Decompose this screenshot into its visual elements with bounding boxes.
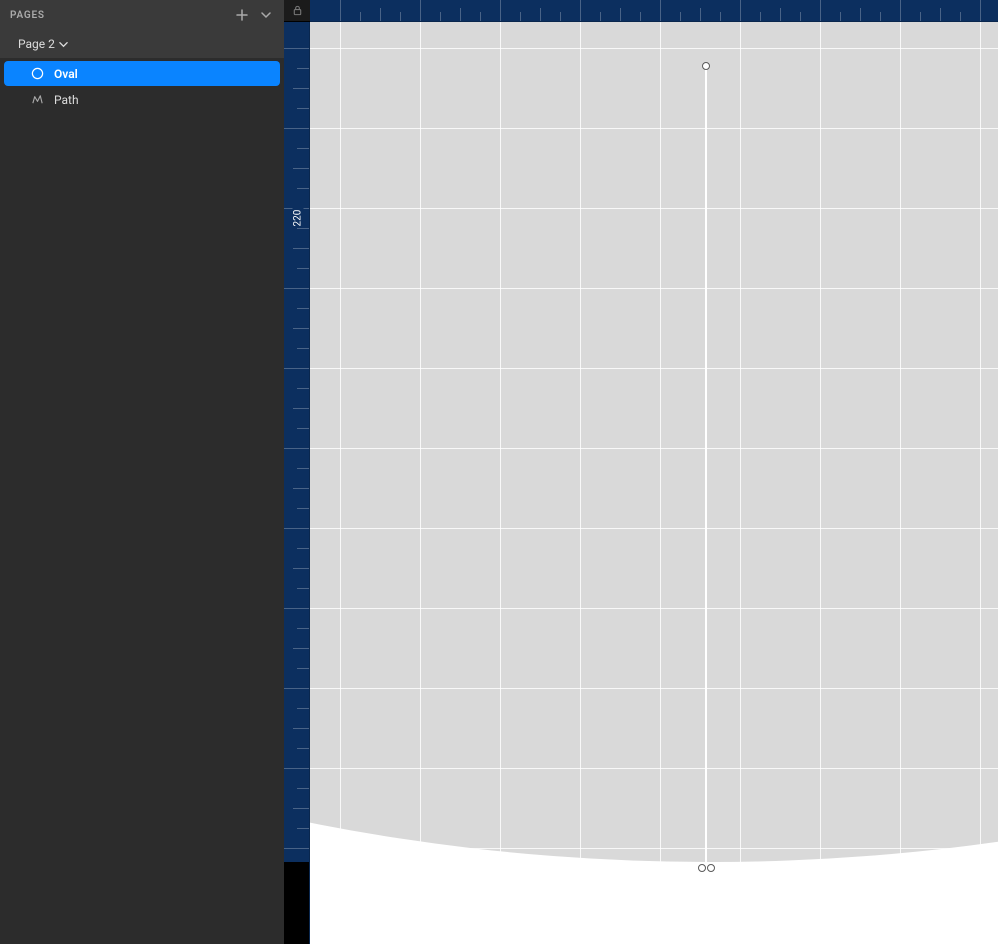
- path-icon: [30, 93, 44, 107]
- vertical-ruler-gutter: 220: [284, 0, 310, 944]
- layer-item-path[interactable]: Path: [4, 87, 280, 112]
- pages-header-actions: [234, 7, 274, 23]
- page-selector[interactable]: Page 2: [0, 30, 284, 58]
- ruler-lock-corner[interactable]: [284, 0, 310, 22]
- horizontal-ruler[interactable]: [310, 0, 998, 22]
- oval-radius-indicator[interactable]: [705, 68, 707, 866]
- selection-handle-bottom-right[interactable]: [707, 864, 715, 872]
- layer-item-oval[interactable]: Oval: [4, 61, 280, 86]
- pages-title: PAGES: [10, 10, 45, 21]
- canvas-column: [310, 0, 998, 944]
- page-selector-label: Page 2: [18, 37, 55, 51]
- layer-item-label: Path: [54, 93, 79, 107]
- oval-icon: [30, 67, 44, 81]
- sidebar: PAGES Page 2 Oval: [0, 0, 284, 944]
- ruler-overflow-region: [284, 862, 309, 944]
- selection-handle-top[interactable]: [702, 62, 710, 70]
- oval-shape[interactable]: [310, 22, 998, 862]
- lock-icon: [292, 5, 303, 16]
- chevron-down-icon[interactable]: [258, 7, 274, 23]
- add-page-icon[interactable]: [234, 7, 250, 23]
- chevron-down-icon: [59, 40, 68, 49]
- layer-list: Oval Path: [0, 58, 284, 113]
- vertical-ruler-label: 220: [293, 207, 304, 230]
- selection-handle-bottom-left[interactable]: [698, 864, 706, 872]
- canvas[interactable]: [310, 22, 998, 944]
- vertical-ruler[interactable]: 220: [284, 22, 310, 944]
- pages-header: PAGES: [0, 0, 284, 30]
- layer-item-label: Oval: [54, 67, 78, 81]
